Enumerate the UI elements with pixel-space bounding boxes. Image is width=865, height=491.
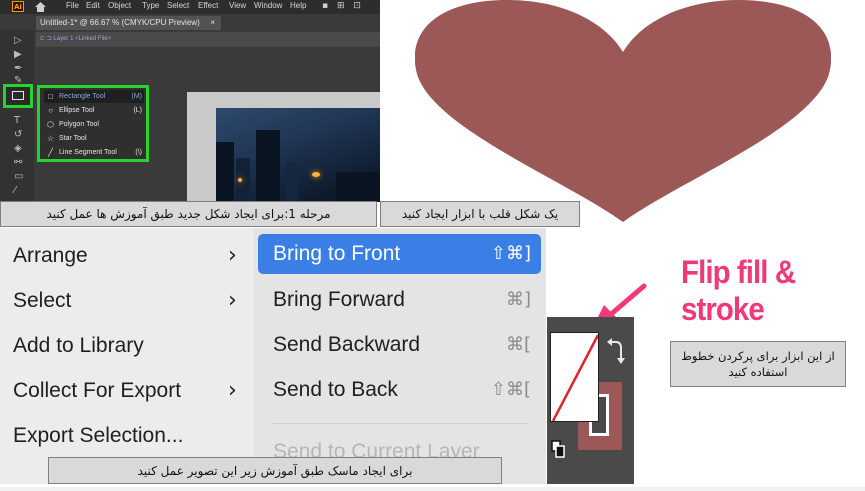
document-tab-title: Untitled-1* @ 66.67 % (CMYK/CPU Preview) <box>40 18 200 27</box>
menu-item-export-selection[interactable]: Export Selection... <box>13 416 183 456</box>
menu-file[interactable]: File <box>66 1 79 10</box>
illustrator-screenshot: Ai File Edit Object Type Select Effect V… <box>0 0 380 202</box>
shape-tools-flyout: □ Rectangle Tool (M) ○ Ellipse Tool (L) … <box>37 85 149 162</box>
illustrator-logo: Ai <box>12 1 24 12</box>
workspace-icons[interactable]: ▪ ⊞ ⊡ <box>322 1 364 11</box>
heart-shape <box>415 0 831 222</box>
menu-effect[interactable]: Effect <box>198 1 218 10</box>
caption-mask: برای ایجاد ماسک طبق آموزش زیر این تصویر … <box>48 457 502 484</box>
menu-view[interactable]: View <box>229 1 246 10</box>
city-photo <box>216 108 380 202</box>
line-segment-tool-shortcut: (\) <box>135 149 142 156</box>
direct-selection-tool-icon[interactable]: ▶ <box>14 50 22 60</box>
breadcrumb-text: ⊏ ⊐ Layer 1 <Linked File> <box>40 36 112 42</box>
menu-item-send-to-back[interactable]: Send to Back ⇧⌘[ <box>258 370 541 410</box>
line-segment-tool-item[interactable]: ╱ Line Segment Tool (\) <box>44 146 144 159</box>
ellipse-tool-item[interactable]: ○ Ellipse Tool (L) <box>44 104 144 117</box>
send-to-back-label: Send to Back <box>273 378 398 401</box>
menu-help[interactable]: Help <box>290 1 306 10</box>
bottom-strip <box>0 487 865 491</box>
bring-forward-shortcut: ⌘] <box>505 289 531 310</box>
type-tool-icon[interactable]: T <box>14 116 20 126</box>
gradient-tool-icon[interactable]: ▭ <box>14 172 23 182</box>
rectangle-icon <box>12 91 24 100</box>
eraser-tool-icon[interactable]: ◈ <box>14 144 22 154</box>
send-to-back-shortcut: ⇧⌘[ <box>490 379 531 400</box>
menu-item-collect-for-export[interactable]: Collect For Export <box>13 371 181 411</box>
document-tab[interactable]: Untitled-1* @ 66.67 % (CMYK/CPU Preview)… <box>36 16 221 30</box>
polygon-tool-item[interactable]: ⬡ Polygon Tool <box>44 118 144 131</box>
shape-builder-tool-icon[interactable]: ⚯ <box>14 158 22 168</box>
fill-swatch[interactable] <box>550 332 599 422</box>
bring-to-front-label: Bring to Front <box>273 242 401 265</box>
swap-fill-stroke-icon[interactable] <box>606 336 626 364</box>
bring-to-front-shortcut: ⇧⌘] <box>490 243 531 264</box>
menu-select[interactable]: Select <box>167 1 189 10</box>
chevron-right-icon: › <box>228 288 237 313</box>
send-backward-label: Send Backward <box>273 333 421 356</box>
menu-item-select[interactable]: Select <box>13 281 71 321</box>
bring-forward-label: Bring Forward <box>273 288 405 311</box>
layer-breadcrumb: ⊏ ⊐ Layer 1 <Linked File> <box>36 32 380 47</box>
rectangle-tool-item[interactable]: □ Rectangle Tool (M) <box>44 90 144 103</box>
selection-tool-icon[interactable]: ▷ <box>14 36 22 46</box>
star-tool-item[interactable]: ☆ Star Tool <box>44 132 144 145</box>
tools-panel: ▷ ▶ ✒ ✎ T ↺ ◈ ⚯ ▭ ⁄ <box>0 30 34 202</box>
heart-path <box>415 0 831 222</box>
none-slash-icon <box>551 334 598 421</box>
menu-separator <box>272 423 528 424</box>
menu-window[interactable]: Window <box>254 1 282 10</box>
default-fill-stroke-icon[interactable] <box>551 440 565 458</box>
menu-item-add-to-library[interactable]: Add to Library <box>13 326 144 366</box>
caption-stroke: از این ابزار برای پرکردن خطوط استفاده کن… <box>670 341 846 387</box>
chevron-right-icon: › <box>228 378 237 403</box>
context-menu: Arrange › Select › Add to Library Collec… <box>0 228 254 484</box>
rotate-tool-icon[interactable]: ↺ <box>14 130 22 140</box>
menu-item-bring-to-front[interactable]: Bring to Front ⇧⌘] <box>258 234 541 274</box>
rectangle-tool-label: Rectangle Tool <box>59 93 106 100</box>
flip-fill-stroke-title: Flip fill & stroke <box>681 254 796 327</box>
star-tool-label: Star Tool <box>59 135 87 142</box>
star-icon: ☆ <box>46 134 55 143</box>
menu-object[interactable]: Object <box>108 1 131 10</box>
menu-item-bring-forward[interactable]: Bring Forward ⌘] <box>258 280 541 320</box>
rectangle-tool-shortcut: (M) <box>131 93 143 100</box>
close-tab-icon[interactable]: × <box>210 16 215 30</box>
send-backward-shortcut: ⌘[ <box>505 334 531 355</box>
caption-step1: مرحله 1:برای ایجاد شکل جدید طبق آموزش ها… <box>0 201 377 227</box>
line-icon: ╱ <box>48 148 53 157</box>
home-icon[interactable] <box>35 2 46 12</box>
polygon-tool-label: Polygon Tool <box>59 121 99 128</box>
pen-tool-icon[interactable]: ✒ <box>14 64 22 74</box>
ellipse-icon: ○ <box>48 106 53 115</box>
rectangle-icon: □ <box>48 92 53 101</box>
menu-item-arrange[interactable]: Arrange <box>13 236 88 276</box>
polygon-icon: ⬡ <box>47 120 54 129</box>
menu-type[interactable]: Type <box>142 1 159 10</box>
rectangle-tool-button[interactable] <box>3 84 33 108</box>
line-segment-tool-label: Line Segment Tool <box>59 149 117 156</box>
menu-edit[interactable]: Edit <box>86 1 100 10</box>
menu-item-send-backward[interactable]: Send Backward ⌘[ <box>258 325 541 365</box>
eyedropper-tool-icon[interactable]: ⁄ <box>14 186 16 196</box>
ellipse-tool-label: Ellipse Tool <box>59 107 95 114</box>
ellipse-tool-shortcut: (L) <box>133 107 142 114</box>
menu-bar: Ai File Edit Object Type Select Effect V… <box>0 0 380 14</box>
chevron-right-icon: › <box>228 243 237 268</box>
